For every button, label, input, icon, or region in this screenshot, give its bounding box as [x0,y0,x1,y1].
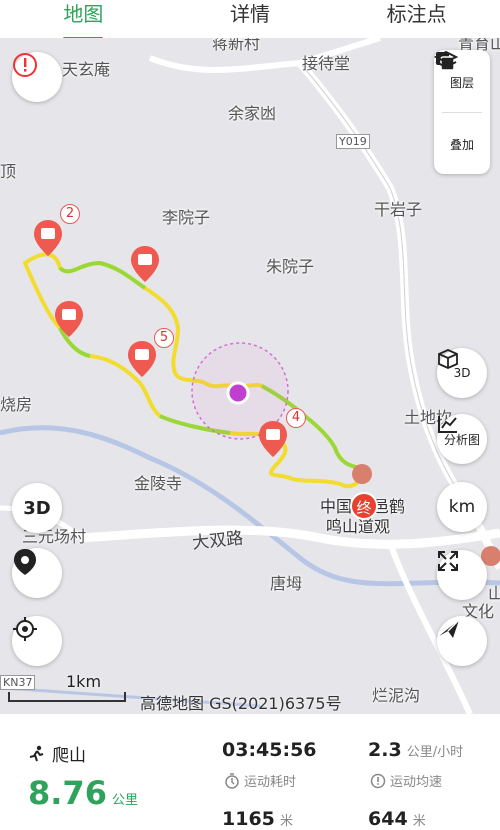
place-label: 烂泥沟 [372,686,421,705]
photo-pin [55,301,83,337]
place-label: 蒋新村 [212,38,261,53]
ascent-value: 1165 [222,808,275,830]
place-label: 金陵寺 [134,474,183,493]
map-canvas [0,38,500,714]
altitude-value: 644 [368,808,408,830]
sport-type: 爬山 [28,741,86,766]
speed-label: 运动均速 [390,775,443,790]
expand-icon [438,551,458,571]
place-label: 朱院子 [266,257,315,276]
km-label: km [448,497,476,517]
3d-view-button[interactable]: 3D [12,483,62,533]
duration-value: 03:45:56 [222,739,317,761]
altitude-unit: 米 [412,814,426,829]
stack-icon [434,50,458,69]
km-marker-button[interactable]: km [437,482,487,532]
place-label: 天玄庵 [62,60,111,79]
fullscreen-button[interactable] [437,550,487,600]
road-dashuang [79,525,500,549]
distance-unit: 公里 [112,793,139,808]
place-label: 干岩子 [374,200,423,219]
place-label: 李院子 [162,208,211,227]
road-number-label: Y019 [336,134,370,149]
river-road [0,425,500,587]
layers-label: 图层 [449,76,474,90]
sport-name: 爬山 [52,746,86,766]
speed-value: 2.3 [368,739,402,761]
marker-number-badge: 5 [154,328,174,348]
cube-icon [438,349,458,369]
crosshair-icon [13,617,37,641]
overlay-label: 叠加 [449,138,474,152]
duration-label-group: 运动耗时 [224,771,296,790]
timer-icon [225,772,239,789]
altitude-group: 644 米 [368,808,426,830]
marker-number-badge: 2 [60,204,80,224]
speed-group: 2.3 公里/小时 [368,739,463,761]
place-label: 余家凼 [228,104,277,123]
3d-box-icon: 3D [23,497,51,519]
map-view[interactable]: 天玄庵 接待堂 余家凼 顶 李院子 干岩子 朱院子 烧房 土地坎 金陵寺 中国 … [0,38,500,714]
place-label: 唐坶 [270,574,303,593]
speed-label-group: 运动均速 [370,771,442,790]
climbing-icon [29,745,44,761]
track-line [22,252,364,489]
tab-map[interactable]: 地图 [0,0,167,40]
scale-bar [8,692,126,702]
end-marker[interactable]: 终 [350,492,378,520]
temple-poi-icon [352,464,372,484]
tab-marked-points[interactable]: 标注点 [333,0,500,38]
current-position-dot [226,381,250,405]
navigate-button[interactable] [437,616,487,666]
footprint-pin-icon [14,549,36,575]
locate-button[interactable] [12,616,62,666]
photo-pin [128,341,156,377]
paper-plane-icon [439,619,460,638]
marker-number-badge: 4 [286,408,306,428]
overlay-button[interactable]: 叠加 [434,50,490,174]
road-name-label: 大双路 [191,528,245,554]
distance-value-group: 8.76 公里 [28,774,138,812]
photo-pin [34,220,62,256]
place-label: 接待堂 [302,54,351,73]
stats-panel: 爬山 8.76 公里 03:45:56 运动耗时 1165 米 2.3 公里/小… [0,714,500,830]
map-copyright: 高德地图 GS(2021)6375号 [140,694,342,713]
tab-bar: 地图 详情 标注点 [0,0,500,40]
distance-value: 8.76 [28,774,107,812]
speedometer-icon [370,773,386,788]
place-label: 顶 [0,162,17,181]
road-number-label: KN37 [0,675,36,690]
duration-label: 运动耗时 [244,775,297,790]
analysis-chart-button[interactable]: 分析图 [437,414,487,464]
photo-pin [259,421,287,457]
alert-icon [13,53,37,77]
warning-button[interactable] [12,52,62,102]
duration-group: 03:45:56 [222,739,317,761]
place-label: 烧房 [0,395,33,414]
layer-panel: 图层 叠加 [434,50,490,174]
ascent-unit: 米 [279,814,293,829]
photo-pin [131,246,159,282]
scale-label: 1km [66,672,102,691]
3d-button[interactable]: 3D [437,348,487,398]
footprint-button[interactable] [12,548,62,598]
line-chart-icon [438,416,457,433]
tab-details[interactable]: 详情 [167,0,334,38]
ascent-group: 1165 米 [222,808,293,830]
speed-unit: 公里/小时 [406,745,464,760]
